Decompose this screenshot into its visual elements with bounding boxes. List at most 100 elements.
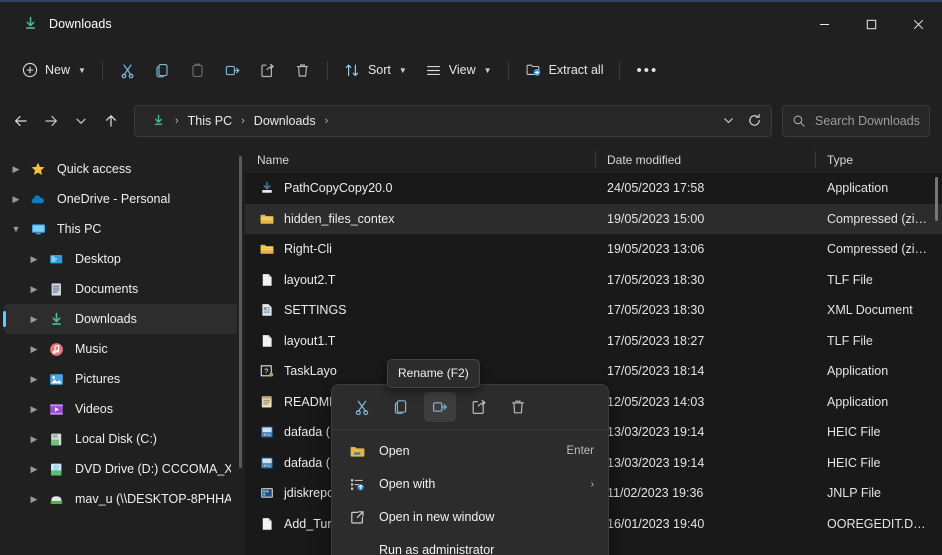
extract-all-button[interactable]: Extract all xyxy=(516,54,613,86)
tooltip: Rename (F2) xyxy=(387,359,480,388)
sidebar-item-onedrive[interactable]: ▶ OneDrive - Personal xyxy=(4,184,237,214)
refresh-button[interactable] xyxy=(741,108,767,134)
file-name: layout2.T xyxy=(284,273,335,287)
chevron-right-icon[interactable]: ▶ xyxy=(22,254,46,265)
chevron-right-icon[interactable]: ▶ xyxy=(22,284,46,295)
downloads-arrow-icon xyxy=(46,311,66,328)
column-header-name[interactable]: Name xyxy=(245,146,595,173)
share-icon xyxy=(259,62,276,79)
chevron-right-icon[interactable]: ▶ xyxy=(22,404,46,415)
generic-file-icon xyxy=(258,332,275,349)
sidebar-item-desktop[interactable]: ▶ Desktop xyxy=(4,244,237,274)
chevron-right-icon[interactable]: ▶ xyxy=(22,464,46,475)
file-date: 12/05/2023 14:03 xyxy=(595,395,815,409)
context-menu-item-label: Open in new window xyxy=(379,510,594,524)
scissors-icon xyxy=(119,62,136,79)
context-copy-button[interactable] xyxy=(385,392,417,422)
chevron-right-icon[interactable]: ▶ xyxy=(22,434,46,445)
paste-icon xyxy=(189,62,206,79)
file-name-cell: Right-Cli xyxy=(245,241,595,258)
table-row[interactable]: layout2.T 17/05/2023 18:30 TLF File xyxy=(245,265,942,296)
sidebar-item-downloads[interactable]: ▶ Downloads xyxy=(4,304,237,334)
breadcrumb: › This PC › Downloads › xyxy=(145,110,715,131)
context-delete-button[interactable] xyxy=(502,392,534,422)
forward-button[interactable] xyxy=(36,106,66,136)
file-explorer-window: Downloads New ▼ xyxy=(0,0,942,555)
delete-button[interactable] xyxy=(285,54,320,86)
sidebar-item-local-disk-c[interactable]: ▶ Local Disk (C:) xyxy=(4,424,237,454)
table-row[interactable]: ? TaskLayo 17/05/2023 18:14 Application xyxy=(245,356,942,387)
sort-button[interactable]: Sort ▼ xyxy=(335,54,416,86)
table-row[interactable]: PathCopyCopy20.0 24/05/2023 17:58 Applic… xyxy=(245,173,942,204)
sidebar-item-label: This PC xyxy=(57,222,101,236)
trash-icon xyxy=(294,62,311,79)
sidebar-item-music[interactable]: ▶ Music xyxy=(4,334,237,364)
zip-folder-icon xyxy=(258,241,275,258)
back-button[interactable] xyxy=(6,106,36,136)
table-row[interactable]: hidden_files_contex 19/05/2023 15:00 Com… xyxy=(245,204,942,235)
context-share-button[interactable] xyxy=(463,392,495,422)
chevron-right-icon[interactable]: ▶ xyxy=(22,494,46,505)
chevron-right-icon[interactable]: ▶ xyxy=(4,194,28,205)
title-bar: Downloads xyxy=(0,0,942,45)
share-button[interactable] xyxy=(250,54,285,86)
breadcrumb-root[interactable] xyxy=(145,110,172,131)
breadcrumb-downloads[interactable]: Downloads xyxy=(248,111,322,131)
sidebar-item-network-drive[interactable]: ▶ mav_u (\\DESKTOP-8PHHAN9\! xyxy=(4,484,237,514)
window-controls xyxy=(801,2,942,47)
table-row[interactable]: Right-Cli 19/05/2023 13:06 Compressed (z… xyxy=(245,234,942,265)
chevron-right-icon[interactable]: ▶ xyxy=(22,344,46,355)
readme-icon xyxy=(258,393,275,410)
sidebar-scrollbar[interactable] xyxy=(239,156,242,468)
file-type: Application xyxy=(815,181,942,195)
sidebar-item-dvd-drive-d[interactable]: ▶ DVD Drive (D:) CCCOMA_X64FR xyxy=(4,454,237,484)
documents-icon xyxy=(46,281,66,298)
sidebar-item-quick-access[interactable]: ▶ Quick access xyxy=(4,154,237,184)
rename-button[interactable] xyxy=(215,54,250,86)
chevron-down-icon[interactable]: ▼ xyxy=(4,224,28,234)
sidebar-item-this-pc[interactable]: ▼ This PC xyxy=(4,214,237,244)
search-input[interactable]: Search Downloads xyxy=(815,114,920,128)
new-button[interactable]: New ▼ xyxy=(12,54,95,86)
chevron-right-icon[interactable]: ▶ xyxy=(22,374,46,385)
maximize-button[interactable] xyxy=(848,2,895,47)
recent-locations-button[interactable] xyxy=(66,106,96,136)
view-button[interactable]: View ▼ xyxy=(416,54,501,86)
close-button[interactable] xyxy=(895,2,942,47)
context-menu-item-open-with[interactable]: Open with › xyxy=(336,468,604,500)
cut-button[interactable] xyxy=(110,54,145,86)
previous-locations-button[interactable] xyxy=(715,108,741,134)
file-name: README xyxy=(284,395,337,409)
new-window-icon xyxy=(348,509,367,526)
file-name: dafada ( xyxy=(284,425,330,439)
context-menu-items: Open Enter xyxy=(332,430,608,555)
context-menu-item-open-in-new-window[interactable]: Open in new window xyxy=(336,501,604,533)
context-menu-item-open[interactable]: Open Enter xyxy=(336,435,604,467)
chevron-right-icon[interactable]: ▶ xyxy=(4,164,28,175)
table-row[interactable]: layout1.T 17/05/2023 18:27 TLF File xyxy=(245,326,942,357)
column-header-label: Name xyxy=(257,153,289,167)
file-date: 19/05/2023 13:06 xyxy=(595,242,815,256)
minimize-button[interactable] xyxy=(801,2,848,47)
chevron-right-icon[interactable]: ▶ xyxy=(22,314,46,325)
up-button[interactable] xyxy=(96,106,126,136)
column-header-date-modified[interactable]: Date modified xyxy=(595,146,815,173)
file-date: 24/05/2023 17:58 xyxy=(595,181,815,195)
context-menu-item-run-as-administrator[interactable]: Run as administrator xyxy=(336,534,604,555)
address-bar[interactable]: › This PC › Downloads › xyxy=(134,105,772,137)
sidebar-item-documents[interactable]: ▶ Documents xyxy=(4,274,237,304)
context-rename-button[interactable] xyxy=(424,392,456,422)
more-options-button[interactable]: ••• xyxy=(627,54,667,86)
copy-button[interactable] xyxy=(145,54,180,86)
context-cut-button[interactable] xyxy=(346,392,378,422)
breadcrumb-this-pc[interactable]: This PC xyxy=(182,111,238,131)
new-button-label: New xyxy=(45,63,70,77)
file-list-scrollbar[interactable] xyxy=(935,177,938,221)
chevron-down-icon: ▼ xyxy=(399,66,407,75)
paste-button[interactable] xyxy=(180,54,215,86)
sidebar-item-pictures[interactable]: ▶ Pictures xyxy=(4,364,237,394)
table-row[interactable]: SETTINGS 17/05/2023 18:30 XML Document xyxy=(245,295,942,326)
column-header-type[interactable]: Type xyxy=(815,146,942,173)
search-box[interactable]: Search Downloads xyxy=(782,105,930,137)
sidebar-item-videos[interactable]: ▶ Videos xyxy=(4,394,237,424)
